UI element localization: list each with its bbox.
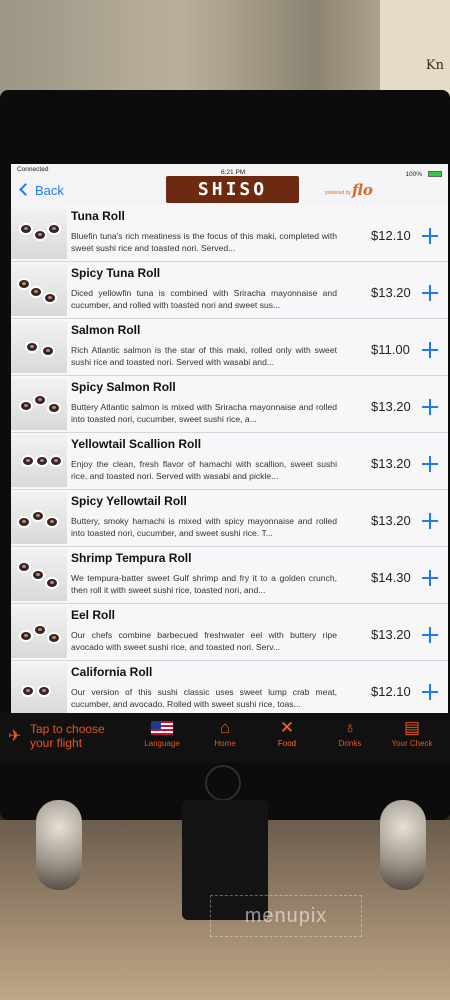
item-description: Enjoy the clean, fresh flavor of hamachi…: [71, 459, 337, 481]
shiso-logo: SHISO: [166, 176, 299, 203]
menu-item[interactable]: Eel Roll Our chefs combine barbecued fre…: [11, 604, 448, 661]
tablet-home-button[interactable]: [205, 765, 241, 801]
back-button[interactable]: Back: [19, 183, 64, 198]
app-header: Back SHISO powered by flo: [11, 176, 448, 208]
item-name: Spicy Tuna Roll: [71, 266, 161, 280]
stand-knob-right: [380, 800, 426, 890]
item-price: $13.20: [371, 285, 411, 300]
add-item-icon[interactable]: [422, 570, 438, 586]
item-name: California Roll: [71, 665, 153, 679]
bottom-toolbar: ✈ Tap to choose your flight Language ⌂ H…: [0, 713, 450, 763]
menu-item[interactable]: Shrimp Tempura Roll We tempura-batter sw…: [11, 547, 448, 604]
tab-label: Food: [277, 739, 297, 748]
item-description: Bluefin tuna's rich meatiness is the foc…: [71, 231, 337, 253]
menu-list[interactable]: Tuna Roll Bluefin tuna's rich meatiness …: [11, 205, 448, 718]
tab-label: Your Check: [391, 739, 433, 748]
add-item-icon[interactable]: [422, 513, 438, 529]
menu-item[interactable]: Spicy Salmon Roll Buttery Atlantic salmo…: [11, 376, 448, 433]
item-description: Diced yellowfin tuna is combined with Sr…: [71, 288, 337, 310]
watermark: menupix: [210, 895, 362, 937]
item-description: Our chefs combine barbecued freshwater e…: [71, 630, 337, 652]
choose-flight-button[interactable]: Tap to choose your flight: [30, 722, 120, 750]
sushi-thumbnail: [11, 492, 67, 544]
sushi-thumbnail: [11, 606, 67, 658]
stand-knob-left: [36, 800, 82, 890]
tab-label: Home: [214, 739, 236, 748]
sushi-thumbnail: [11, 321, 67, 373]
tab-label: Language: [144, 739, 180, 748]
tab-food[interactable]: ✕ Food: [257, 717, 317, 748]
menu-item[interactable]: Spicy Yellowtail Roll Buttery, smoky ham…: [11, 490, 448, 547]
us-flag-icon: [151, 721, 173, 735]
chevron-left-icon: [19, 183, 32, 196]
tab-your-check[interactable]: ▤ Your Check: [382, 717, 442, 748]
home-icon: ⌂: [219, 718, 231, 737]
item-name: Spicy Yellowtail Roll: [71, 494, 187, 508]
wall-sign-text: Kn: [425, 58, 444, 73]
wine-glass-icon: ♁: [343, 718, 357, 737]
carrier-status: Connected: [17, 166, 49, 173]
flo-brand: flo: [352, 181, 373, 199]
add-item-icon[interactable]: [422, 228, 438, 244]
item-price: $14.30: [371, 570, 411, 585]
item-name: Spicy Salmon Roll: [71, 380, 176, 394]
add-item-icon[interactable]: [422, 456, 438, 472]
sushi-thumbnail: [11, 378, 67, 430]
item-name: Eel Roll: [71, 608, 116, 622]
tablet-screen: Connected 6:21 PM 100% Back SHISO powere…: [11, 164, 448, 718]
item-description: Buttery, smoky hamachi is mixed with spi…: [71, 516, 337, 538]
logo-text: SHISO: [197, 179, 268, 200]
wall-sign: Kn: [380, 0, 450, 100]
powered-by-label: powered by: [325, 190, 351, 196]
utensils-icon: ✕: [279, 718, 295, 737]
sushi-thumbnail: [11, 549, 67, 601]
back-label: Back: [35, 183, 64, 198]
menu-item[interactable]: Tuna Roll Bluefin tuna's rich meatiness …: [11, 205, 448, 262]
menu-item[interactable]: Spicy Tuna Roll Diced yellowfin tuna is …: [11, 262, 448, 319]
clock: 6:21 PM: [221, 169, 246, 176]
sushi-thumbnail: [11, 207, 67, 259]
tab-language[interactable]: Language: [132, 717, 192, 748]
airplane-icon[interactable]: ✈: [8, 729, 24, 745]
item-name: Yellowtail Scallion Roll: [71, 437, 202, 451]
menu-item[interactable]: Yellowtail Scallion Roll Enjoy the clean…: [11, 433, 448, 490]
item-name: Shrimp Tempura Roll: [71, 551, 192, 565]
sushi-thumbnail: [11, 435, 67, 487]
item-description: We tempura-batter sweet Gulf shrimp and …: [71, 573, 337, 595]
item-price: $13.20: [371, 627, 411, 642]
item-price: $13.20: [371, 513, 411, 528]
item-price: $13.20: [371, 399, 411, 414]
item-description: Buttery Atlantic salmon is mixed with Sr…: [71, 402, 337, 424]
item-name: Tuna Roll: [71, 209, 125, 223]
item-description: Rich Atlantic salmon is the star of this…: [71, 345, 337, 367]
item-description: Our version of this sushi classic uses s…: [71, 687, 337, 709]
add-item-icon[interactable]: [422, 627, 438, 643]
tab-drinks[interactable]: ♁ Drinks: [320, 717, 380, 748]
item-price: $13.20: [371, 456, 411, 471]
tab-label: Drinks: [338, 739, 362, 748]
add-item-icon[interactable]: [422, 684, 438, 700]
item-name: Salmon Roll: [71, 323, 141, 337]
sushi-thumbnail: [11, 663, 67, 715]
menu-item[interactable]: Salmon Roll Rich Atlantic salmon is the …: [11, 319, 448, 376]
tab-home[interactable]: ⌂ Home: [195, 717, 255, 748]
add-item-icon[interactable]: [422, 342, 438, 358]
item-price: $12.10: [371, 684, 411, 699]
receipt-icon: ▤: [403, 718, 421, 737]
item-price: $11.00: [371, 342, 410, 357]
item-price: $12.10: [371, 228, 411, 243]
add-item-icon[interactable]: [422, 399, 438, 415]
sushi-thumbnail: [11, 264, 67, 316]
menu-item[interactable]: California Roll Our version of this sush…: [11, 661, 448, 718]
add-item-icon[interactable]: [422, 285, 438, 301]
